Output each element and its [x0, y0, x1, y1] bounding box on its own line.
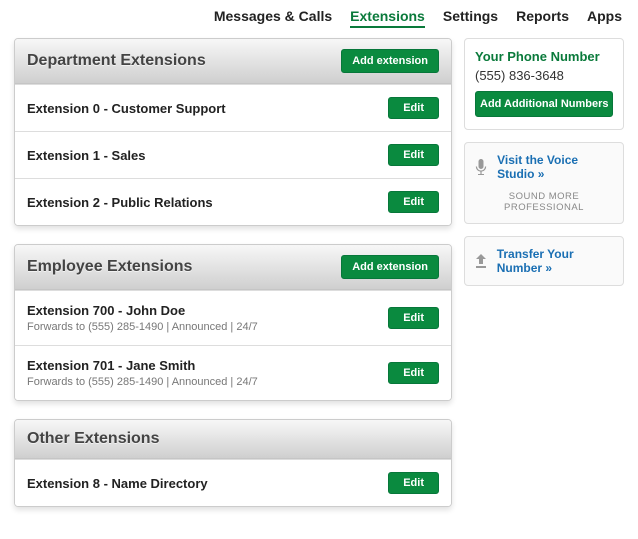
- extension-row: Extension 700 - John Doe Forwards to (55…: [15, 290, 451, 345]
- phone-number-card: Your Phone Number (555) 836-3648 Add Add…: [464, 38, 624, 130]
- extension-title: Extension 2 - Public Relations: [27, 195, 388, 210]
- nav-reports[interactable]: Reports: [516, 8, 569, 28]
- transfer-number-link-text: Transfer Your Number »: [497, 247, 615, 275]
- panel-title: Employee Extensions: [27, 258, 192, 276]
- extension-row: Extension 1 - Sales Edit: [15, 131, 451, 178]
- panel-header: Employee Extensions Add extension: [15, 245, 451, 290]
- extension-title: Extension 0 - Customer Support: [27, 101, 388, 116]
- add-additional-numbers-button[interactable]: Add Additional Numbers: [475, 91, 613, 117]
- extension-title: Extension 1 - Sales: [27, 148, 388, 163]
- extension-title: Extension 700 - John Doe: [27, 303, 388, 318]
- panel-title: Department Extensions: [27, 52, 206, 70]
- other-extensions-panel: Other Extensions Extension 8 - Name Dire…: [14, 419, 452, 507]
- extension-subtext: Forwards to (555) 285-1490 | Announced |…: [27, 321, 388, 333]
- edit-button[interactable]: Edit: [388, 307, 439, 329]
- extension-subtext: Forwards to (555) 285-1490 | Announced |…: [27, 376, 388, 388]
- add-extension-button[interactable]: Add extension: [341, 49, 439, 73]
- edit-button[interactable]: Edit: [388, 191, 439, 213]
- panel-title: Other Extensions: [27, 430, 159, 448]
- nav-apps[interactable]: Apps: [587, 8, 622, 28]
- phone-number-value: (555) 836-3648: [475, 68, 613, 83]
- extension-title: Extension 701 - Jane Smith: [27, 358, 388, 373]
- sidebar: Your Phone Number (555) 836-3648 Add Add…: [464, 38, 624, 525]
- extension-row: Extension 701 - Jane Smith Forwards to (…: [15, 345, 451, 400]
- nav-settings[interactable]: Settings: [443, 8, 498, 28]
- edit-button[interactable]: Edit: [388, 97, 439, 119]
- transfer-number-card: Transfer Your Number »: [464, 236, 624, 286]
- employee-extensions-panel: Employee Extensions Add extension Extens…: [14, 244, 452, 401]
- transfer-icon: [473, 252, 489, 270]
- edit-button[interactable]: Edit: [388, 472, 439, 494]
- extension-row: Extension 2 - Public Relations Edit: [15, 178, 451, 225]
- voice-studio-link[interactable]: Visit the Voice Studio »: [465, 143, 623, 191]
- extension-row: Extension 0 - Customer Support Edit: [15, 84, 451, 131]
- edit-button[interactable]: Edit: [388, 362, 439, 384]
- voice-studio-card: Visit the Voice Studio » SOUND MORE PROF…: [464, 142, 624, 224]
- department-extensions-panel: Department Extensions Add extension Exte…: [14, 38, 452, 226]
- voice-studio-caption: SOUND MORE PROFESSIONAL: [465, 191, 623, 223]
- add-extension-button[interactable]: Add extension: [341, 255, 439, 279]
- panel-header: Department Extensions Add extension: [15, 39, 451, 84]
- voice-studio-link-text: Visit the Voice Studio »: [497, 153, 615, 181]
- microphone-icon: [473, 158, 489, 176]
- phone-number-label: Your Phone Number: [475, 49, 613, 64]
- top-nav: Messages & Calls Extensions Settings Rep…: [0, 0, 638, 38]
- nav-messages-calls[interactable]: Messages & Calls: [214, 8, 332, 28]
- edit-button[interactable]: Edit: [388, 144, 439, 166]
- nav-extensions[interactable]: Extensions: [350, 8, 425, 28]
- transfer-number-link[interactable]: Transfer Your Number »: [465, 237, 623, 285]
- extension-row: Extension 8 - Name Directory Edit: [15, 459, 451, 506]
- main-column: Department Extensions Add extension Exte…: [14, 38, 452, 525]
- panel-header: Other Extensions: [15, 420, 451, 459]
- extension-title: Extension 8 - Name Directory: [27, 476, 388, 491]
